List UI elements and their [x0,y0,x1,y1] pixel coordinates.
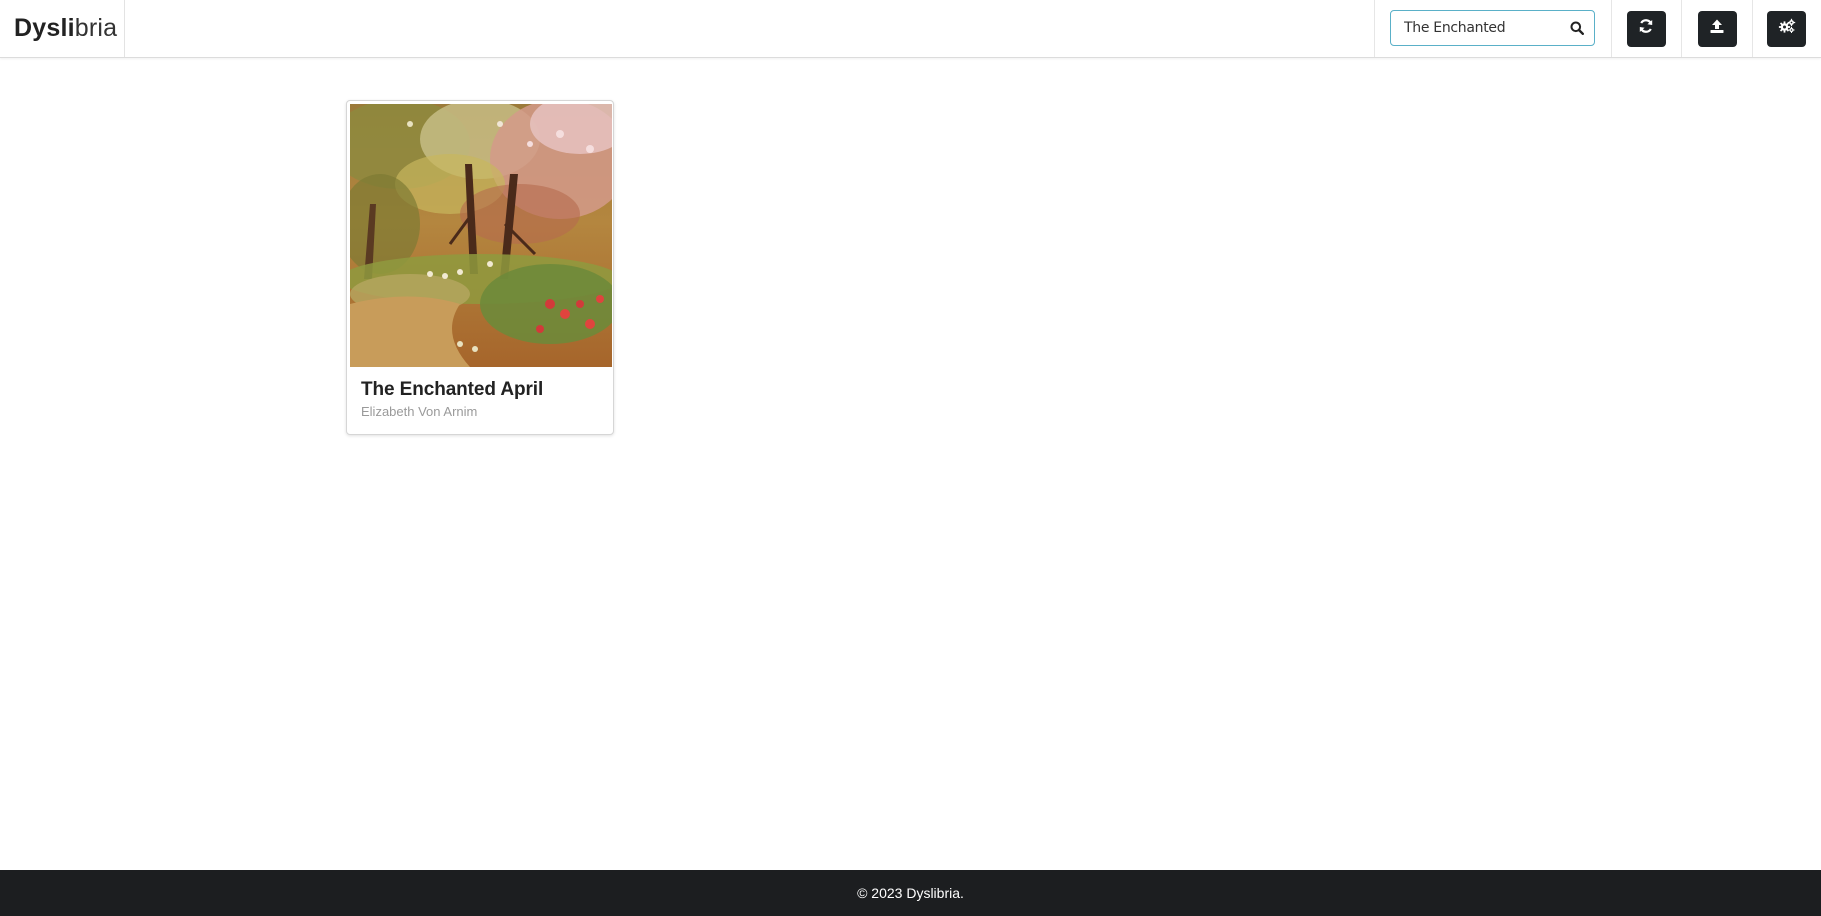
book-author: Elizabeth Von Arnim [361,404,478,419]
brand-name-light: bria [74,14,118,42]
book-cover-image [350,104,612,367]
refresh-button[interactable] [1626,10,1666,47]
search-icon[interactable] [1566,17,1588,39]
settings-button[interactable] [1767,10,1806,47]
search-container [1374,0,1612,57]
search-input[interactable] [1391,11,1567,45]
book-title: The Enchanted April [361,379,544,400]
brand-name-bold: Dysli [14,14,75,42]
footer-copyright: © 2023 Dyslibria. [857,885,964,901]
upload-button[interactable] [1697,10,1737,47]
gears-icon [1778,18,1796,39]
upload-icon [1709,18,1725,39]
book-card[interactable]: The Enchanted April Elizabeth Von Arnim [346,100,614,435]
footer: © 2023 Dyslibria. [0,870,1821,916]
top-navbar: Dysli bria [0,0,1821,58]
search-box [1390,10,1595,46]
brand-logo[interactable]: Dysli bria [0,0,125,57]
upload-cell [1682,0,1753,57]
settings-cell [1752,0,1821,57]
refresh-icon [1638,18,1654,39]
refresh-cell [1611,0,1682,57]
